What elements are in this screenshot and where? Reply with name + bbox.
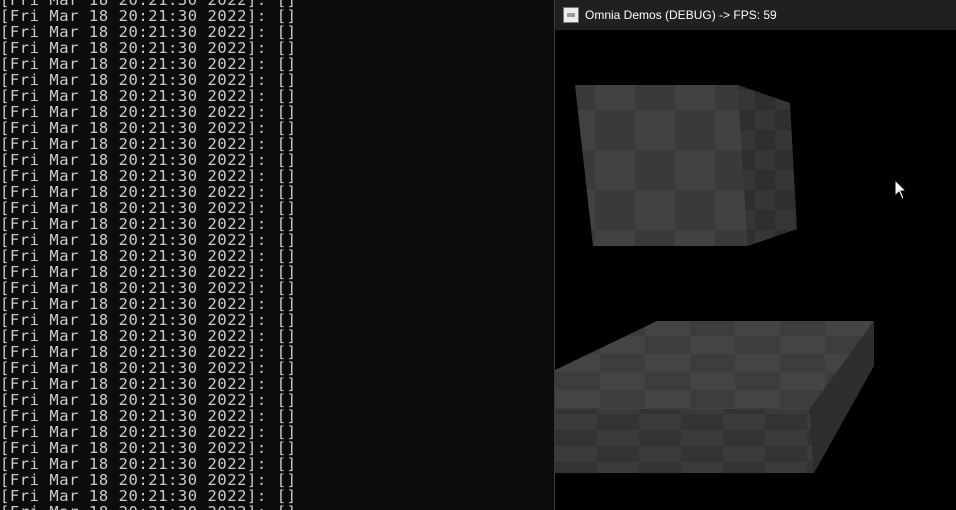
console-line: [Fri Mar 18 20:21:30 2022]: [] <box>0 391 297 409</box>
checkered-cube <box>575 85 797 246</box>
cube-side-face <box>738 85 797 246</box>
console-line: [Fri Mar 18 20:21:30 2022]: [] <box>0 487 297 505</box>
app-window[interactable]: Omnia Demos (DEBUG) -> FPS: 59 <box>555 0 956 510</box>
console-line: [Fri Mar 18 20:21:30 2022]: [] <box>0 471 297 489</box>
console-line: [Fri Mar 18 20:21:30 2022]: [] <box>0 71 297 89</box>
app-icon <box>563 7 579 23</box>
console-line: [Fri Mar 18 20:21:30 2022]: [] <box>0 215 297 233</box>
console-line: [Fri Mar 18 20:21:30 2022]: [] <box>0 423 297 441</box>
arrow-cursor-icon <box>894 178 908 200</box>
console-line: [Fri Mar 18 20:21:30 2022]: [] <box>0 39 297 57</box>
console-line: [Fri Mar 18 20:21:30 2022]: [] <box>0 87 297 105</box>
console-line: [Fri Mar 18 20:21:30 2022]: [] <box>0 343 297 361</box>
console-line: [Fri Mar 18 20:21:30 2022]: [] <box>0 279 297 297</box>
console-line: [Fri Mar 18 20:21:30 2022]: [] <box>0 135 297 153</box>
console-line: [Fri Mar 18 20:21:30 2022]: [] <box>0 407 297 425</box>
cube-front-face <box>575 85 748 246</box>
console-line: [Fri Mar 18 20:21:30 2022]: [] <box>0 55 297 73</box>
console-line: [Fri Mar 18 20:21:30 2022]: [] <box>0 231 297 249</box>
console-line: [Fri Mar 18 20:21:30 2022]: [] <box>0 327 297 345</box>
console-line: [Fri Mar 18 20:21:30 2022]: [] <box>0 151 297 169</box>
console-line: [Fri Mar 18 20:21:30 2022]: [] <box>0 23 297 41</box>
checkered-slab <box>555 321 874 473</box>
console-line: [Fri Mar 18 20:21:30 2022]: [] <box>0 439 297 457</box>
console-line: [Fri Mar 18 20:21:30 2022]: [] <box>0 247 297 265</box>
console-line: [Fri Mar 18 20:21:30 2022]: [] <box>0 167 297 185</box>
console-line: [Fri Mar 18 20:21:30 2022]: [] <box>0 263 297 281</box>
console-line: [Fri Mar 18 20:21:30 2022]: [] <box>0 119 297 137</box>
console-line: [Fri Mar 18 20:21:30 2022]: [] <box>0 199 297 217</box>
console-output: [Fri Mar 18 20:21:30 2022]: [] [Fri Mar 1… <box>0 0 296 510</box>
console-line: [Fri Mar 18 20:21:30 2022]: [] <box>0 183 297 201</box>
console-line: [Fri Mar 18 20:21:30 2022]: [] <box>0 103 297 121</box>
console-line: [Fri Mar 18 20:21:30 2022]: [] <box>0 455 297 473</box>
console-line: [Fri Mar 18 20:21:30 2022]: [] <box>0 359 297 377</box>
slab-front-face <box>555 409 814 473</box>
console-line: [Fri Mar 18 20:21:30 2022]: [] <box>0 375 297 393</box>
window-title: Omnia Demos (DEBUG) -> FPS: 59 <box>585 8 777 22</box>
console-line: [Fri Mar 18 20:21:30 2022]: [] <box>0 7 297 25</box>
console-line: [Fri Mar 18 20:21:30 2022]: [] <box>0 311 297 329</box>
console-line: [Fri Mar 18 20:21:30 2022]: [] <box>0 295 297 313</box>
title-bar[interactable]: Omnia Demos (DEBUG) -> FPS: 59 <box>555 0 956 30</box>
console-window[interactable]: [Fri Mar 18 20:21:30 2022]: [] [Fri Mar 1… <box>0 0 554 510</box>
console-line: [Fri Mar 18 20:21:30 2022]: [] <box>0 504 296 510</box>
scene-canvas <box>555 85 908 473</box>
render-viewport[interactable] <box>555 30 956 510</box>
